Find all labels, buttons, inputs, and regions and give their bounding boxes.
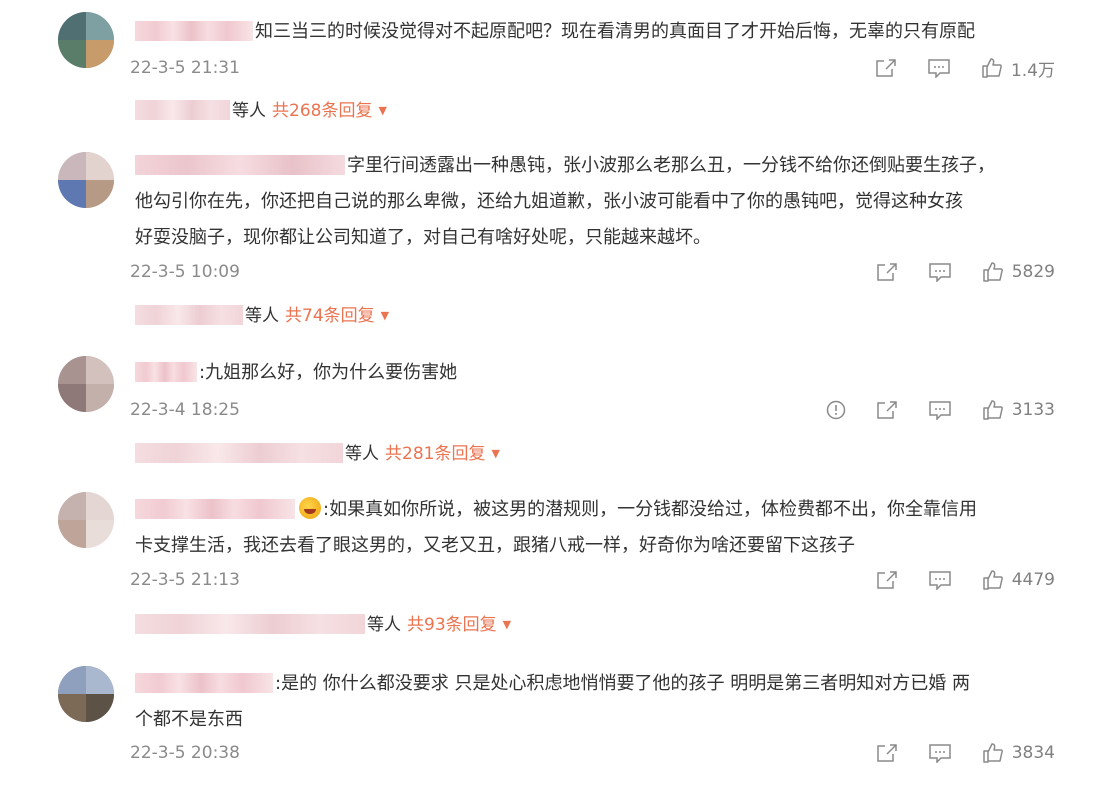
caret-down-icon: ▼ — [378, 104, 387, 117]
avatar[interactable] — [58, 666, 114, 722]
comment-button[interactable] — [928, 570, 952, 590]
like-count: 4479 — [1011, 570, 1055, 590]
emoji-icon — [299, 497, 321, 519]
blurred-username — [135, 304, 243, 325]
reply-summary[interactable]: 等人 共268条回复 ▼ — [135, 98, 387, 124]
comment-timestamp: 22-3-5 20:38 — [130, 743, 240, 763]
blurred-username — [135, 613, 365, 634]
comment-text-line: :如果真如你所说，被这男的潜规则，一分钱都没给过，体检费都不出，你全靠信用 — [135, 494, 977, 526]
comment-actions: 3834 — [876, 740, 1055, 766]
comment-text-line: 好耍没脑子，现你都让公司知道了，对自己有啥好处呢，只能越来越坏。 — [135, 227, 711, 248]
thumbs-up-icon — [982, 570, 1003, 590]
reply-count-link[interactable]: 共268条回复 — [272, 101, 372, 121]
reply-summary[interactable]: 等人 共281条回复 ▼ — [135, 441, 500, 467]
share-icon — [876, 263, 897, 281]
blurred-username[interactable] — [135, 361, 197, 382]
blurred-username — [135, 442, 343, 463]
like-button[interactable]: 3834 — [982, 742, 1055, 764]
share-button[interactable] — [875, 58, 897, 78]
comment-timestamp: 22-3-5 10:09 — [130, 262, 240, 282]
like-button[interactable]: 1.4万 — [981, 56, 1055, 81]
thumbs-up-icon — [982, 743, 1003, 763]
thumbs-up-icon — [982, 262, 1003, 282]
share-button[interactable] — [876, 400, 898, 420]
like-count: 3133 — [1011, 400, 1055, 420]
comment-text-line: 个都不是东西 — [135, 709, 243, 730]
thumbs-up-icon — [982, 58, 1002, 78]
avatar[interactable] — [58, 12, 114, 68]
share-button[interactable] — [876, 262, 898, 282]
share-button[interactable] — [876, 743, 898, 763]
reply-count-link[interactable]: 共74条回复 — [285, 306, 375, 326]
caret-down-icon: ▼ — [502, 618, 512, 631]
comment-button[interactable] — [928, 400, 952, 420]
comment-text-line: 字里行间透露出一种愚钝，张小波那么老那么丑，一分钱不给你还倒贴要生孩子， — [135, 150, 995, 182]
blurred-username — [135, 99, 230, 120]
comment-text: 知三当三的时候没觉得对不起原配吧？现在看清男的真面目了才开始后悔，无辜的只有原配 — [135, 16, 975, 48]
like-button[interactable]: 4479 — [982, 569, 1055, 591]
comment-actions: 4479 — [876, 567, 1055, 593]
like-count: 5829 — [1011, 262, 1055, 282]
blurred-username[interactable] — [135, 20, 253, 41]
comment-actions: 5829 — [876, 259, 1055, 285]
share-button[interactable] — [876, 570, 898, 590]
comment-icon — [928, 571, 951, 590]
reply-summary[interactable]: 等人 共93条回复 ▼ — [135, 612, 511, 638]
caret-down-icon: ▼ — [380, 309, 390, 322]
comment-text-line: 他勾引你在先，你还把自己说的那么卑微，还给九姐道歉，张小波可能看中了你的愚钝吧，… — [135, 191, 963, 212]
avatar[interactable] — [58, 356, 114, 412]
reply-summary[interactable]: 等人 共74条回复 ▼ — [135, 303, 389, 329]
like-count: 3834 — [1011, 743, 1055, 763]
blurred-username[interactable] — [135, 672, 273, 693]
share-icon — [876, 744, 897, 762]
share-icon — [876, 401, 897, 419]
comment-timestamp: 22-3-5 21:13 — [130, 570, 240, 590]
share-icon — [876, 571, 897, 589]
comment-text: :九姐那么好，你为什么要伤害她 — [135, 357, 457, 389]
like-button[interactable]: 3133 — [982, 399, 1055, 421]
avatar[interactable] — [58, 152, 114, 208]
comment-button[interactable] — [928, 262, 952, 282]
comment-icon — [928, 263, 951, 282]
blurred-username[interactable] — [135, 154, 345, 175]
comment-actions: 1.4万 — [875, 55, 1055, 81]
comment-button[interactable] — [927, 58, 951, 78]
comment-icon — [928, 401, 951, 420]
comment-timestamp: 22-3-4 18:25 — [130, 400, 240, 420]
comment-text-line: :是的 你什么都没要求 只是处心积虑地悄悄要了他的孩子 明明是第三者明知对方已婚… — [135, 668, 970, 700]
share-icon — [876, 59, 896, 77]
comment-icon — [928, 744, 951, 763]
report-icon — [826, 400, 845, 420]
avatar[interactable] — [58, 492, 114, 548]
reply-count-link[interactable]: 共93条回复 — [407, 615, 497, 635]
reply-count-link[interactable]: 共281条回复 — [385, 444, 485, 464]
like-count: 1.4万 — [1010, 60, 1055, 81]
like-button[interactable]: 5829 — [982, 261, 1055, 283]
comment-text-line: 卡支撑生活，我还去看了眼这男的，又老又丑，跟猪八戒一样，好奇你为啥还要留下这孩子 — [135, 535, 855, 556]
caret-down-icon: ▼ — [491, 447, 500, 460]
comment-actions: 3133 — [826, 397, 1055, 423]
report-button[interactable] — [826, 400, 846, 420]
comment-button[interactable] — [928, 743, 952, 763]
comment-icon — [928, 59, 950, 78]
blurred-username[interactable] — [135, 498, 295, 519]
comment-timestamp: 22-3-5 21:31 — [130, 58, 240, 78]
thumbs-up-icon — [982, 400, 1003, 420]
